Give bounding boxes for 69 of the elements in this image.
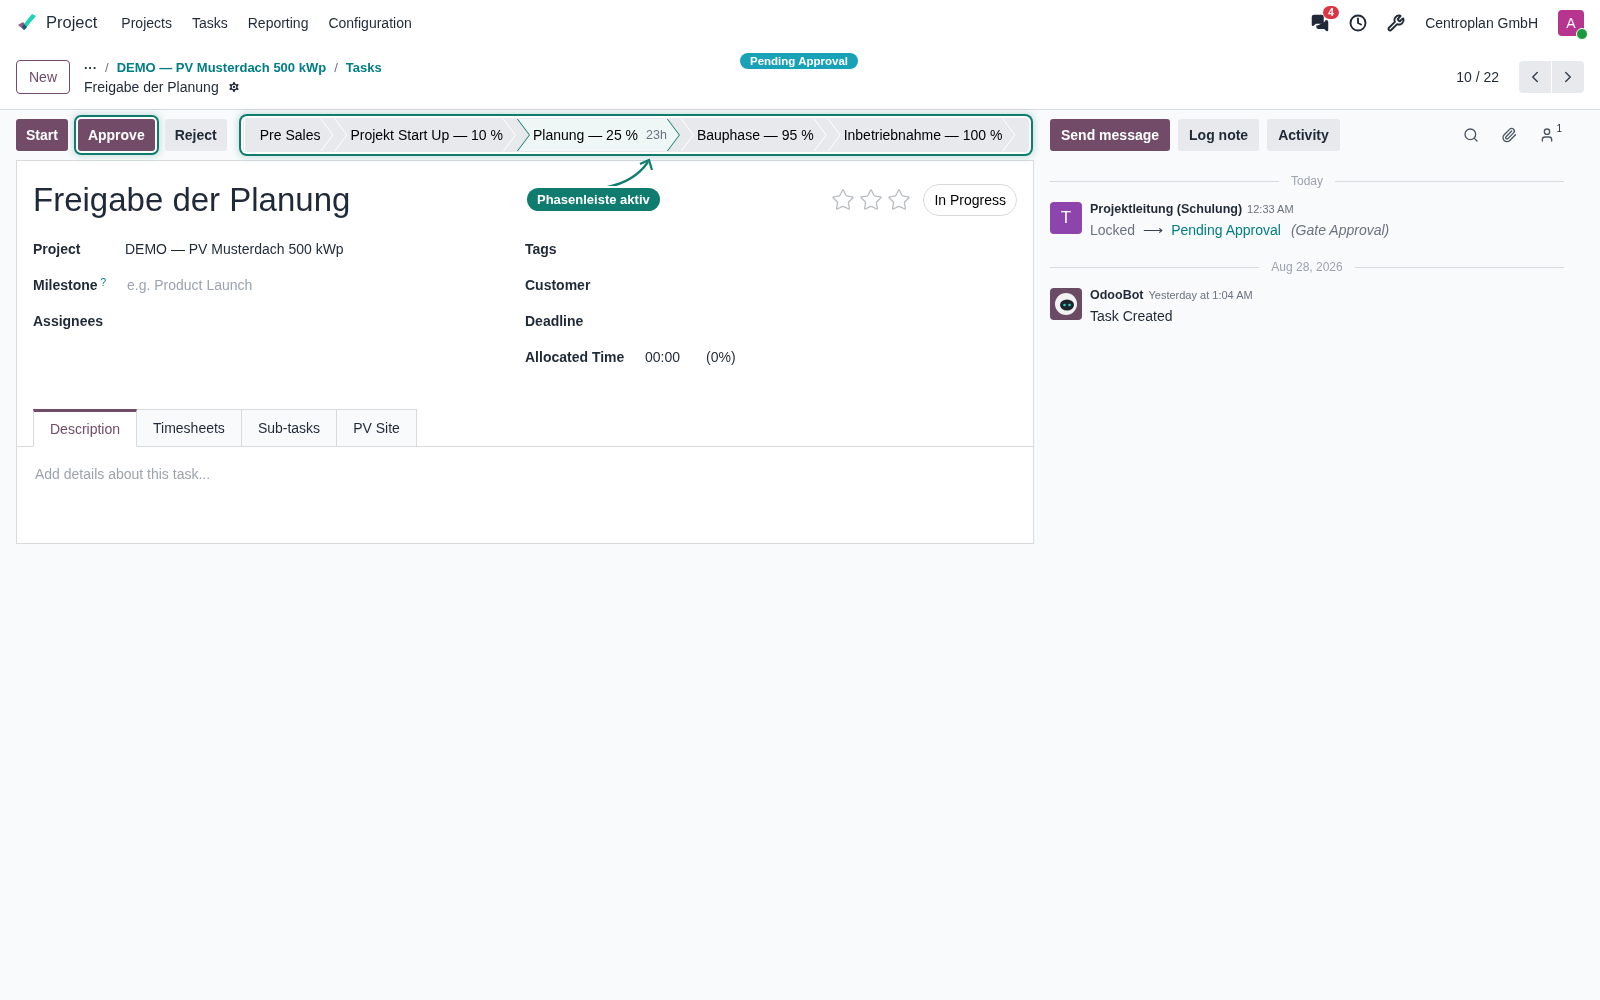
pager-counter[interactable]: 10 / 22 <box>1456 69 1499 85</box>
breadcrumb-link[interactable]: Tasks <box>345 59 382 75</box>
stage-button[interactable]: Inbetriebnahme — 100 % <box>827 119 1016 151</box>
tab[interactable]: Description <box>33 409 138 447</box>
breadcrumb-link[interactable]: DEMO — PV Musterdach 500 kWp <box>116 59 327 75</box>
app-name[interactable]: Project <box>46 13 98 32</box>
tab[interactable]: PV Site <box>337 409 417 447</box>
chatter-button[interactable]: Log note <box>1178 119 1260 151</box>
input-field[interactable]: e.g. Product Launch <box>125 276 429 294</box>
menu-item[interactable]: Configuration <box>328 14 412 31</box>
follower-count: 1 <box>1556 123 1562 134</box>
star-icon[interactable] <box>887 188 912 212</box>
date-separator: Aug 28, 2026 <box>1271 260 1343 274</box>
message-body: Task Created <box>1090 308 1173 324</box>
stage-button[interactable]: Pre Sales <box>243 119 334 151</box>
message-time: 12:33 AM <box>1247 203 1294 215</box>
old-value: Locked <box>1090 222 1136 238</box>
message-count-badge: 4 <box>1323 5 1339 19</box>
settings-icon[interactable] <box>226 79 241 94</box>
task-title: Freigabe der Planung <box>33 181 351 219</box>
date-separator: Today <box>1291 174 1323 188</box>
field-label: Milestone <box>33 277 98 293</box>
arrow-glyph: ⟶ <box>1143 222 1164 238</box>
new-value: Pending Approval <box>1171 222 1281 238</box>
state-badge: Pending Approval <box>740 53 858 69</box>
field-name: (Gate Approval) <box>1290 222 1390 238</box>
field-value: (0%) <box>706 349 736 365</box>
new-button[interactable]: New <box>16 60 70 94</box>
chatter-button[interactable]: Activity <box>1267 119 1340 151</box>
field-label: Customer <box>525 277 592 293</box>
tab[interactable]: Timesheets <box>137 409 242 447</box>
description-field[interactable]: Add details about this task... <box>33 465 1021 483</box>
field-label: Project <box>33 241 82 257</box>
help-icon[interactable]: ? <box>100 277 107 293</box>
chatter-button[interactable]: Send message <box>1050 119 1171 151</box>
field-label: Allocated Time <box>525 349 626 365</box>
clock-icon[interactable] <box>1349 13 1368 32</box>
tab[interactable]: Sub-tasks <box>241 409 338 447</box>
robot-avatar-icon <box>1050 288 1082 320</box>
message-time: Yesterday at 1:04 AM <box>1148 289 1253 301</box>
message-author: Projektleitung (Schulung) <box>1090 202 1243 216</box>
more-breadcrumbs-button[interactable]: ··· <box>84 59 97 75</box>
field-label: Assignees <box>33 313 105 329</box>
messages-icon[interactable] <box>1311 13 1330 32</box>
breadcrumb-separator: / <box>105 59 109 75</box>
menu-item[interactable]: Projects <box>121 14 172 31</box>
message-author: OdooBot <box>1090 288 1144 302</box>
field-label: Deadline <box>525 313 585 329</box>
stage-button[interactable]: Planung — 25 % 23h <box>516 119 680 151</box>
action-button[interactable]: Reject <box>164 119 227 151</box>
field-value[interactable]: DEMO — PV Musterdach 500 kWp <box>125 241 344 257</box>
star-icon[interactable] <box>831 188 856 212</box>
menu-item[interactable]: Tasks <box>191 14 228 31</box>
menu-item[interactable]: Reporting <box>247 14 309 31</box>
company-switcher[interactable]: Centroplan GmbH <box>1425 14 1538 31</box>
annotation-label: Phasenleiste aktiv <box>527 188 660 211</box>
state-button[interactable]: In Progress <box>923 184 1017 216</box>
action-button[interactable]: Start <box>16 119 68 151</box>
field-value[interactable]: 00:00 <box>645 349 681 365</box>
stage-button[interactable]: Bauphase — 95 % <box>680 119 827 151</box>
record-name: Freigabe der Planung <box>84 78 219 95</box>
tools-icon[interactable] <box>1387 13 1406 32</box>
star-icon[interactable] <box>859 188 884 212</box>
paperclip-icon[interactable] <box>1501 127 1518 143</box>
stage-button[interactable]: Projekt Start Up — 10 % <box>334 119 516 151</box>
field-label: Tags <box>525 241 558 257</box>
author-avatar: T <box>1050 202 1082 234</box>
search-icon[interactable] <box>1463 127 1480 143</box>
breadcrumb-separator: / <box>334 59 338 75</box>
